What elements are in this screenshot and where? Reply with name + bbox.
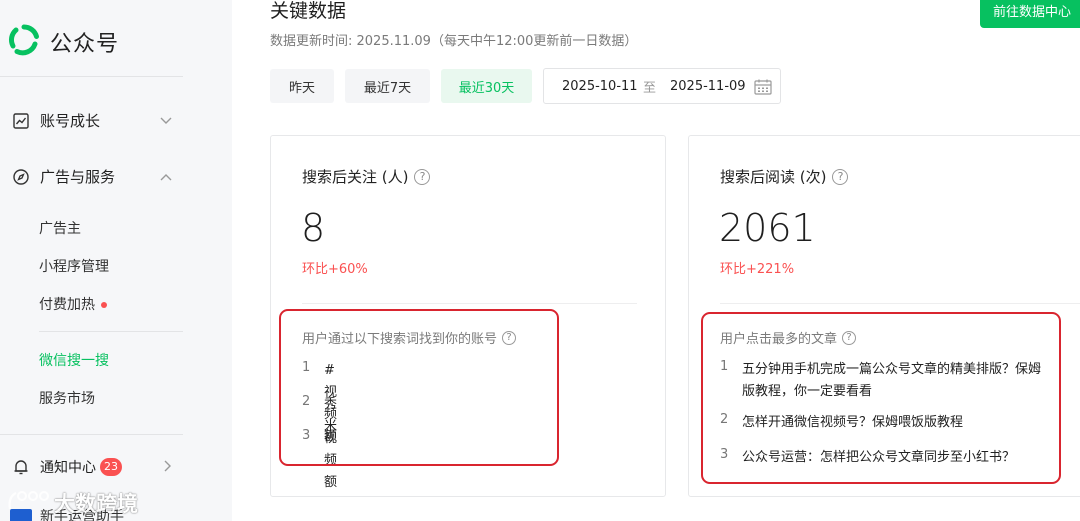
sidebar: 公众号 账号成长 广告与服务 广告主 小程序管理 付费加热 微信搜一搜 服务市场… — [0, 0, 232, 521]
update-time-info: 数据更新时间: 2025.11.09（每天中午12:00更新前一日数据） — [270, 34, 638, 49]
sidebar-item-paid-boost[interactable]: 付费加热 — [39, 294, 107, 314]
wechat-official-account-logo-icon — [8, 24, 40, 60]
app-name: 公众号 — [50, 32, 120, 57]
sidebar-item-service-market[interactable]: 服务市场 — [39, 388, 95, 408]
chevron-up-icon — [160, 170, 172, 184]
metric-ratio: 环比+60% — [302, 262, 368, 277]
divider — [0, 434, 183, 435]
highlight-box — [701, 312, 1061, 484]
compass-icon — [12, 168, 30, 186]
range-last30-button[interactable]: 最近30天 — [441, 69, 532, 103]
sidebar-item-advertiser[interactable]: 广告主 — [39, 218, 81, 238]
sidebar-item-label: 付费加热 — [39, 297, 95, 313]
date-range-picker[interactable]: 2025-10-11 至 2025-11-09 — [543, 68, 781, 104]
help-question-icon[interactable]: ? — [414, 168, 431, 185]
watermark-logo-icon — [6, 487, 50, 518]
divider — [0, 76, 183, 77]
page-title: 关键数据 — [270, 0, 347, 22]
goto-data-center-button[interactable]: 前往数据中心 — [980, 0, 1080, 28]
sidebar-item-wechat-search[interactable]: 微信搜一搜 — [39, 350, 109, 370]
nav-notification-label: 通知中心 — [40, 460, 96, 476]
divider — [39, 331, 183, 332]
nav-group-label: 广告与服务 — [40, 168, 116, 186]
help-question-icon[interactable]: ? — [832, 168, 849, 185]
nav-notification-center[interactable]: 通知中心 23 — [12, 457, 172, 477]
watermark-text: 大数跨境 — [54, 491, 138, 516]
nav-group-account-growth[interactable]: 账号成长 — [12, 110, 172, 131]
card-title-text: 搜索后关注 (人) — [302, 168, 409, 186]
calendar-icon[interactable] — [754, 79, 772, 99]
chevron-right-icon — [164, 460, 172, 475]
date-end[interactable]: 2025-11-09 — [670, 79, 746, 94]
divider — [302, 303, 637, 304]
watermark: 大数跨境 — [6, 487, 138, 518]
app-logo[interactable]: 公众号 — [8, 24, 119, 60]
metric-value: 8 — [301, 206, 326, 250]
sidebar-item-mini-program[interactable]: 小程序管理 — [39, 256, 109, 276]
card-title-text: 搜索后阅读 (次) — [720, 168, 827, 186]
metric-value: 2061 — [719, 206, 816, 250]
red-dot-badge — [101, 302, 107, 308]
notification-count-badge: 23 — [100, 458, 122, 476]
date-separator: 至 — [643, 80, 657, 96]
trend-chart-icon — [12, 112, 30, 130]
nav-group-label: 账号成长 — [40, 112, 101, 130]
metric-ratio: 环比+221% — [720, 262, 795, 277]
card-title: 搜索后关注 (人) ? — [302, 166, 431, 187]
date-start[interactable]: 2025-10-11 — [562, 79, 638, 94]
nav-group-ads-services[interactable]: 广告与服务 — [12, 166, 172, 187]
range-last7-button[interactable]: 最近7天 — [345, 69, 430, 103]
chevron-down-icon — [160, 114, 172, 128]
card-title: 搜索后阅读 (次) ? — [720, 166, 849, 187]
range-yesterday-button[interactable]: 昨天 — [270, 69, 334, 103]
highlight-box — [279, 309, 559, 466]
bell-icon — [12, 458, 30, 476]
divider — [720, 303, 1080, 304]
